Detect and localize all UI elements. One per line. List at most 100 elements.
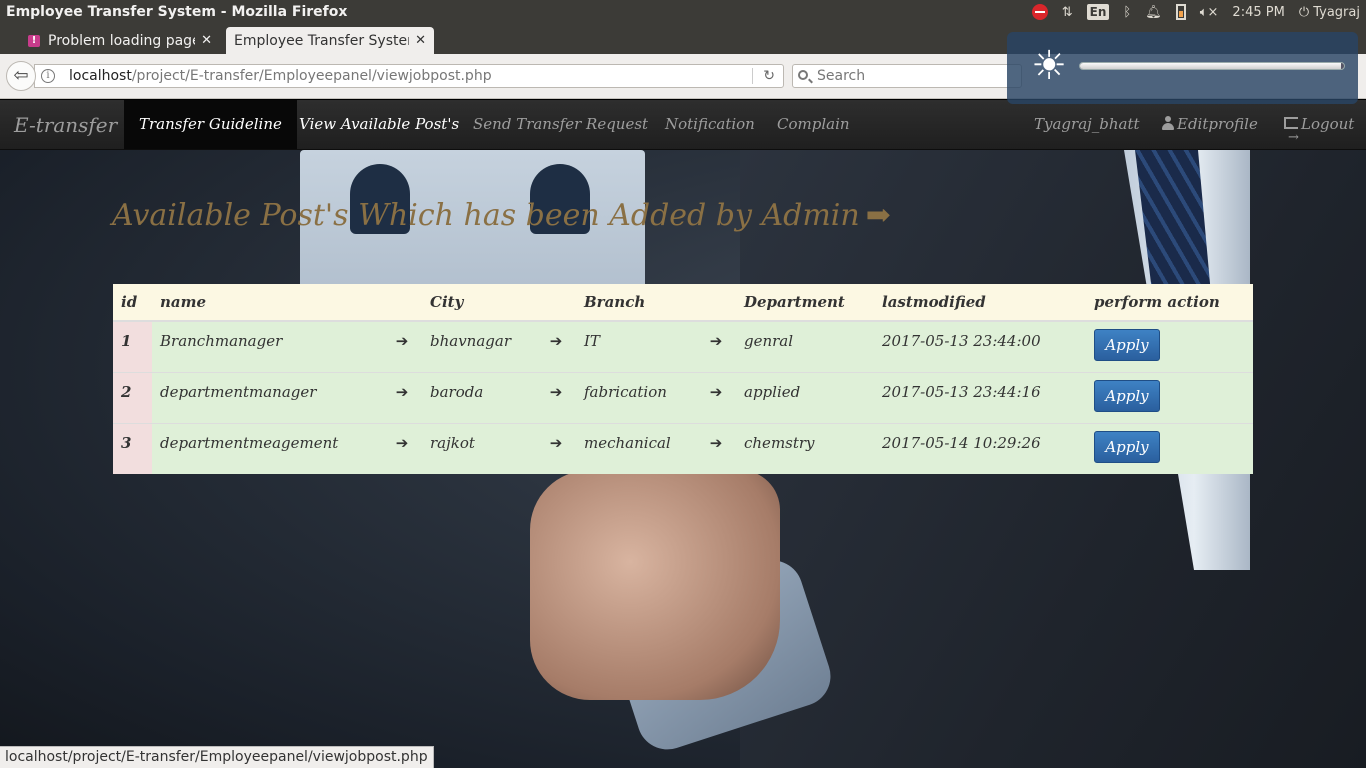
table-row: 1 Branchmanager ➔ bhavnagar ➔ IT ➔ genra… [113, 320, 1253, 372]
close-icon[interactable]: ✕ [415, 33, 426, 48]
warning-icon: ! [28, 34, 40, 47]
arrow-right-icon: ➔ [536, 422, 576, 474]
session-user[interactable]: ⏻ Tyagraj [1299, 5, 1360, 20]
url-divider [752, 68, 753, 84]
window-title: Employee Transfer System - Mozilla Firef… [6, 4, 348, 20]
battery-icon[interactable] [1175, 4, 1186, 20]
posts-table: id name City Branch Department lastmodif… [113, 284, 1253, 474]
power-icon: ⏻ [1298, 4, 1314, 20]
user-icon [1162, 116, 1174, 130]
tab-problem-loading[interactable]: ! Problem loading page ✕ [20, 27, 220, 54]
nav-username[interactable]: Tyagraj_bhatt [1019, 100, 1155, 149]
col-header-lastmodified: lastmodified [874, 284, 1086, 322]
col-header-arrow [696, 284, 736, 322]
cell-branch: IT [576, 320, 696, 372]
nav-send-transfer-request[interactable]: Send Transfer Request [458, 100, 663, 149]
tab-label: Employee Transfer System [234, 32, 410, 49]
cell-branch: fabrication [576, 371, 696, 423]
cell-lastmodified: 2017-05-13 23:44:16 [874, 371, 1086, 423]
brightness-osd: ☀ [1007, 32, 1358, 104]
apply-button[interactable]: Apply [1094, 379, 1160, 412]
nav-notification[interactable]: Notification [650, 100, 770, 149]
editprofile-label: Editprofile [1177, 115, 1258, 133]
url-path: /project/E-transfer/Employeepanel/viewjo… [131, 68, 492, 84]
nav-transfer-guideline[interactable]: Transfer Guideline [124, 100, 297, 149]
cell-branch: mechanical [576, 422, 696, 474]
back-button[interactable]: ⇦ [6, 61, 36, 91]
system-indicators: ⇅ En ᛒ 🔔︎ 🔈︎× 2:45 PM ⏻ Tyagraj [1031, 2, 1360, 22]
nav-view-available-posts[interactable]: View Available Post's [284, 100, 474, 149]
page-heading-text: Available Post's Which has been Added by… [112, 198, 860, 233]
arrow-right-icon: ➔ [536, 371, 576, 423]
col-header-city: City [422, 284, 536, 322]
arrow-right-icon: ➔ [382, 371, 422, 423]
arrow-right-icon: ➔ [536, 320, 576, 372]
search-icon [798, 70, 808, 80]
notification-bell-icon[interactable]: 🔔︎ [1145, 5, 1162, 20]
url-text: localhost/project/E-transfer/Employeepan… [69, 65, 492, 87]
table-row: 2 departmentmanager ➔ baroda ➔ fabricati… [113, 371, 1253, 423]
volume-muted-icon[interactable]: 🔈︎× [1200, 5, 1219, 20]
status-bar-link: localhost/project/E-transfer/Employeepan… [0, 746, 434, 768]
bluetooth-icon[interactable]: ᛒ [1123, 5, 1131, 20]
apply-button[interactable]: Apply [1094, 329, 1160, 361]
cell-id: 1 [113, 320, 152, 372]
arrow-right-icon: ➔ [382, 422, 422, 474]
cell-department: chemstry [736, 422, 874, 474]
cell-id: 2 [113, 371, 152, 423]
arrow-right-icon: ➔ [382, 320, 422, 372]
cell-department: genral [736, 320, 874, 372]
logout-label: Logout [1301, 115, 1355, 133]
network-icon[interactable]: ⇅ [1062, 5, 1073, 20]
tab-label: Problem loading page [48, 32, 196, 49]
col-header-action: perform action [1086, 284, 1253, 322]
col-header-id: id [113, 284, 152, 322]
clock[interactable]: 2:45 PM [1232, 5, 1284, 20]
col-header-arrow [536, 284, 576, 322]
cell-action: Apply [1086, 371, 1253, 423]
nav-complain[interactable]: Complain [762, 100, 865, 149]
page-heading: Available Post's Which has been Added by… [112, 198, 891, 233]
cell-city: rajkot [422, 422, 536, 474]
brand-logo[interactable]: E-transfer [14, 113, 117, 137]
cell-action: Apply [1086, 320, 1253, 372]
cell-name: departmentmeagement [152, 422, 382, 474]
table-header-row: id name City Branch Department lastmodif… [113, 284, 1253, 322]
site-navbar: E-transfer Transfer Guideline View Avail… [0, 100, 1366, 162]
arrow-right-icon: ➡ [865, 198, 891, 233]
nav-editprofile[interactable]: Editprofile [1147, 100, 1273, 149]
arrow-right-icon: ➔ [696, 371, 736, 423]
stop-icon[interactable] [1031, 4, 1048, 20]
page-viewport: E-transfer Transfer Guideline View Avail… [0, 100, 1366, 768]
search-input[interactable]: Search [792, 64, 1022, 88]
cell-action: Apply [1086, 422, 1253, 474]
keyboard-language[interactable]: En [1086, 4, 1110, 20]
cell-name: departmentmanager [152, 371, 382, 423]
os-top-bar: Employee Transfer System - Mozilla Firef… [0, 0, 1366, 24]
brightness-level-bar [1079, 62, 1345, 70]
nav-logout[interactable]: Logout [1269, 100, 1366, 162]
back-arrow-icon: ⇦ [13, 65, 29, 86]
close-icon[interactable]: ✕ [201, 33, 212, 48]
tab-employee-transfer[interactable]: Employee Transfer System ✕ [226, 27, 434, 54]
info-icon[interactable]: i [41, 69, 55, 83]
col-header-arrow [382, 284, 422, 322]
col-header-branch: Branch [576, 284, 696, 322]
apply-button[interactable]: Apply [1094, 430, 1160, 463]
cell-department: applied [736, 371, 874, 423]
background-hand [530, 470, 780, 700]
arrow-right-icon: ➔ [696, 320, 736, 372]
cell-lastmodified: 2017-05-13 23:44:00 [874, 320, 1086, 372]
cell-lastmodified: 2017-05-14 10:29:26 [874, 422, 1086, 474]
cell-city: baroda [422, 371, 536, 423]
arrow-right-icon: ➔ [696, 422, 736, 474]
reload-icon[interactable]: ↻ [763, 65, 775, 87]
url-bar[interactable]: i localhost/project/E-transfer/Employeep… [34, 64, 784, 88]
session-user-label: Tyagraj [1313, 4, 1360, 20]
brightness-icon: ☀ [1031, 43, 1067, 89]
cell-city: bhavnagar [422, 320, 536, 372]
logout-icon [1284, 113, 1299, 162]
brightness-level-fill [1080, 63, 1342, 69]
col-header-name: name [152, 284, 382, 322]
cell-id: 3 [113, 422, 152, 474]
